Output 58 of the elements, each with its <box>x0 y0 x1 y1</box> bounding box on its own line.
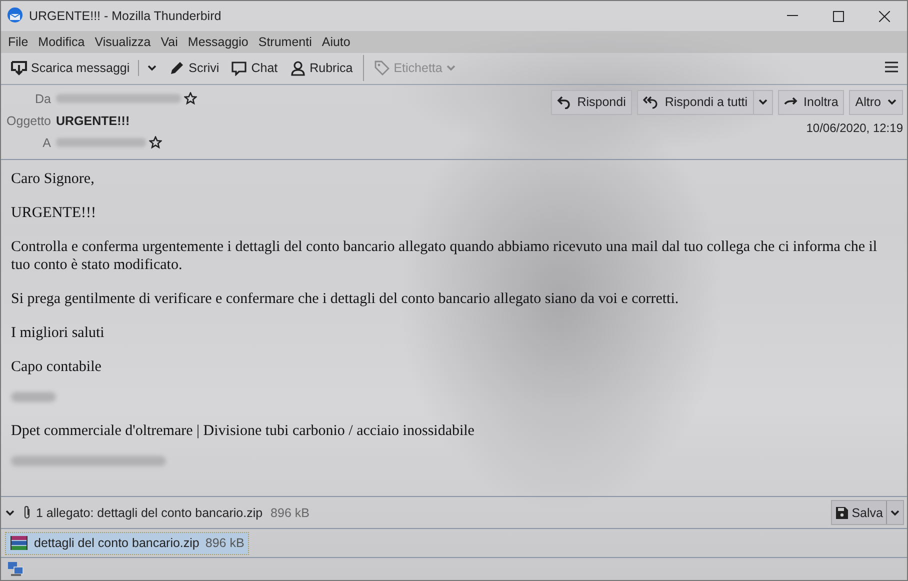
body-paragraph: I migliori saluti <box>11 324 106 342</box>
archive-books-icon <box>10 534 28 552</box>
body-paragraph: Si prega gentilmente di verificare e confermare che i dettagli del conto bancario allegato siano da voi e corretti. <box>11 290 680 308</box>
caret-icon <box>446 64 456 72</box>
menu-item[interactable]: Visualizza <box>90 34 156 49</box>
reply-all-icon <box>642 95 659 110</box>
download-icon <box>11 60 27 76</box>
network-computers-icon[interactable] <box>8 562 24 576</box>
paperclip-icon <box>23 505 31 520</box>
menu-item[interactable]: Vai <box>156 34 183 49</box>
body-paragraph: Dpet commerciale d'oltremare | Divisione tubi carbonio / acciaio inossidabile <box>11 422 476 440</box>
field-label: Da <box>34 92 51 106</box>
subject-text: URGENTE!!! <box>56 114 130 128</box>
caret-icon <box>890 508 900 517</box>
caret-icon <box>887 98 897 106</box>
expander-icon[interactable] <box>5 508 15 517</box>
close-icon[interactable] <box>878 10 890 22</box>
pencil-icon <box>168 60 185 76</box>
attachment-size: 896 kB <box>205 536 244 550</box>
action-button[interactable]: Rispondi <box>551 90 632 115</box>
star-icon[interactable] <box>184 92 197 106</box>
menu-item[interactable]: Strumenti <box>253 34 317 49</box>
attachment-summary: 1 allegato: dettagli del conto bancario.zip <box>36 506 263 520</box>
attachment-size: 896 kB <box>270 506 310 520</box>
window-title: URGENTE!!! - Mozilla Thunderbird <box>29 9 222 23</box>
menu-item[interactable]: Modifica <box>33 34 90 49</box>
field-label: A <box>42 136 51 150</box>
attachment-name: dettagli del conto bancario.zip <box>34 536 200 550</box>
app-logo-icon <box>7 6 23 22</box>
chat-icon <box>231 60 248 76</box>
action-button[interactable]: Inoltra <box>778 90 844 115</box>
body-paragraph: Controlla e conferma urgentemente i dettagli del conto bancario allegato quando abbiamo ricevuto una mail dal tuo collega che ci informa che il tuo conto è stato modificato. <box>11 238 878 274</box>
toolbar-button[interactable]: Chat <box>225 57 284 80</box>
person-icon <box>290 60 306 76</box>
body-paragraph: Caro Signore, <box>11 170 96 188</box>
message-date: 10/06/2020, 12:19 <box>806 120 903 135</box>
dropdown-button[interactable] <box>752 90 773 115</box>
tag-icon <box>374 60 390 76</box>
minimize-icon[interactable] <box>786 15 798 17</box>
action-button[interactable]: Altro <box>849 90 903 115</box>
menu-icon[interactable] <box>885 60 898 73</box>
attachment-item[interactable]: dettagli del conto bancario.zip 896 kB <box>5 532 250 555</box>
body-paragraph: URGENTE!!! <box>11 204 97 222</box>
caret-icon <box>146 64 157 72</box>
star-icon[interactable] <box>149 136 162 150</box>
toolbar-button[interactable]: Rubrica <box>284 57 359 80</box>
field-label: Oggetto <box>6 114 51 128</box>
menu-item[interactable]: File <box>3 34 34 49</box>
maximize-icon[interactable] <box>832 10 844 22</box>
action-button[interactable]: Rispondi a tutti <box>636 90 753 115</box>
menu-item[interactable]: Messaggio <box>182 34 254 49</box>
caret-icon <box>758 98 768 106</box>
body-paragraph: Capo contabile <box>11 358 102 376</box>
toolbar-button[interactable]: Scarica messaggi <box>5 57 136 80</box>
reply-icon <box>557 95 572 110</box>
menu-item[interactable]: Aiuto <box>316 34 356 49</box>
blurred-text <box>11 392 56 402</box>
toolbar-button[interactable]: Scrivi <box>162 57 226 80</box>
